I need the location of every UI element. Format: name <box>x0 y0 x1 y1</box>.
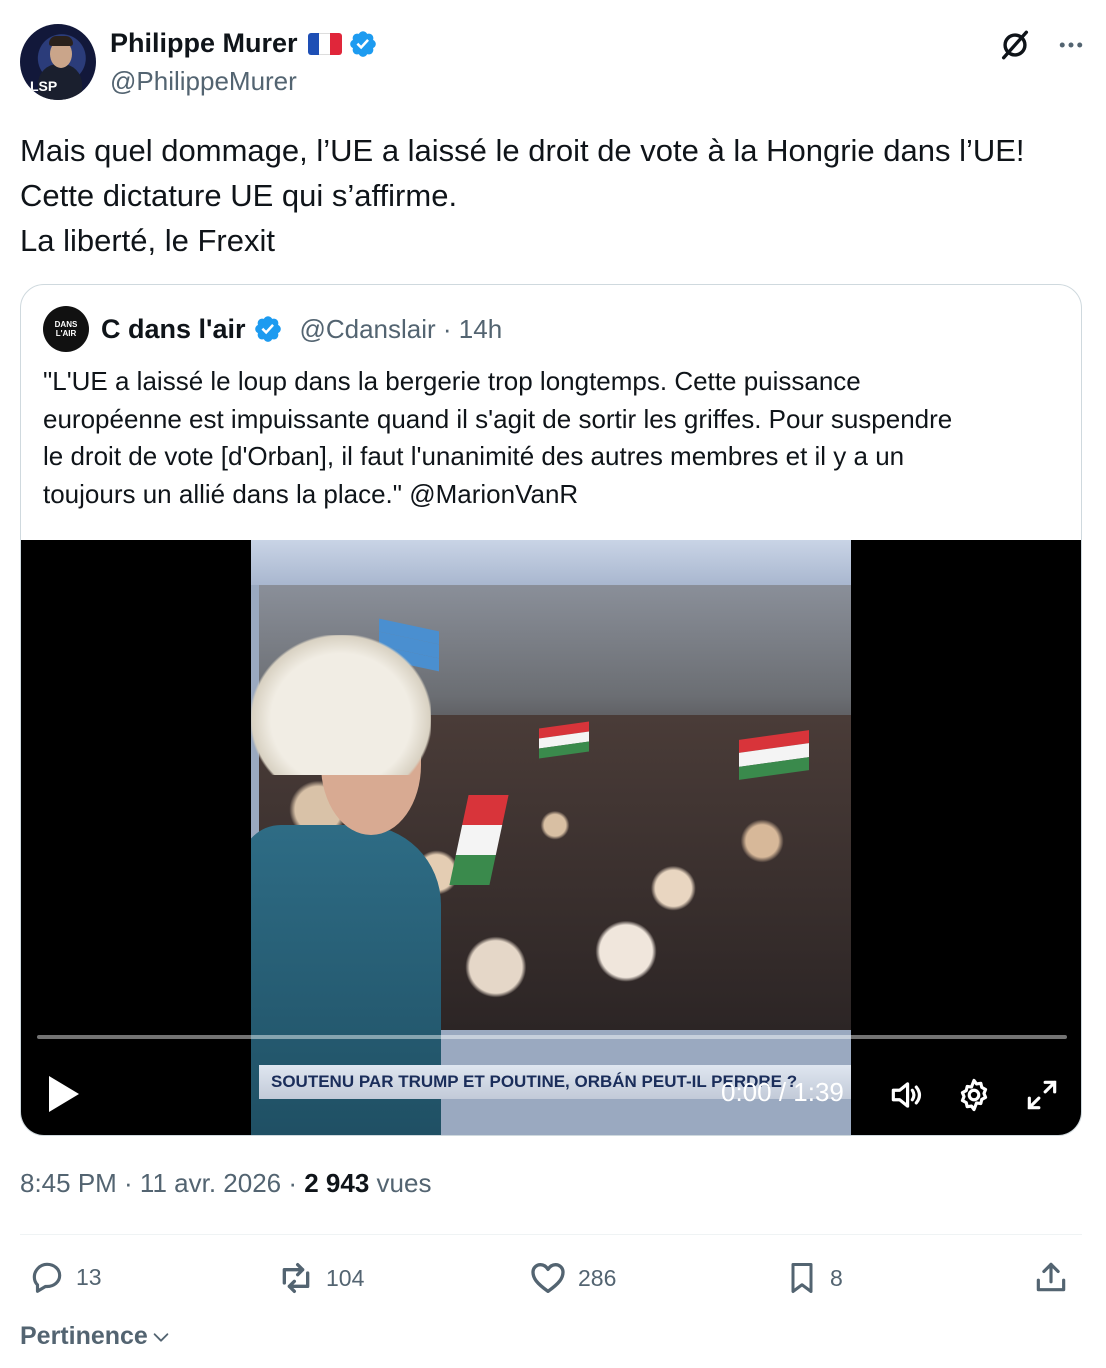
tweet-meta: 8:45 PM · 11 avr. 2026 · 2 943 vues <box>20 1168 431 1199</box>
sort-label: Pertinence <box>20 1322 148 1350</box>
share-icon <box>1036 1262 1066 1292</box>
video-player[interactable]: SOUTENU PAR TRUMP ET POUTINE, ORBÁN PEUT… <box>21 540 1081 1135</box>
top-actions <box>998 28 1086 62</box>
heart-icon <box>531 1263 565 1293</box>
settings-gear-icon[interactable] <box>955 1076 993 1114</box>
like-count: 286 <box>578 1264 617 1291</box>
repost-button[interactable]: 104 <box>276 1258 364 1298</box>
views-count: 2 943 <box>304 1168 370 1198</box>
verified-badge-icon <box>349 30 376 57</box>
grok-icon[interactable] <box>998 28 1032 62</box>
france-flag-icon <box>307 32 342 55</box>
share-button[interactable] <box>1032 1258 1070 1296</box>
reply-icon <box>32 1262 62 1293</box>
quoted-tweet-card[interactable]: DANS L'AIR C dans l'air @Cdanslair · 14h… <box>20 284 1082 1136</box>
reply-button[interactable]: 13 <box>28 1258 102 1296</box>
tweet-line: Cette dictature UE qui s’affirme. <box>20 178 458 213</box>
views-label: vues <box>369 1168 432 1198</box>
tweet-header: LSP Philippe Murer @PhilippeMurer <box>20 24 1086 100</box>
quoted-tweet-header: DANS L'AIR C dans l'air @Cdanslair · 14h <box>43 305 502 353</box>
quoted-author-name: C dans l'air <box>101 313 246 344</box>
quoted-tweet-text: "L'UE a laissé le loup dans la bergerie … <box>43 363 1068 513</box>
repost-icon <box>282 1263 310 1293</box>
tweet-line: La liberté, le Frexit <box>20 223 275 258</box>
divider <box>20 1234 1082 1235</box>
quoted-author-handle-time: @Cdanslair · 14h <box>299 313 503 344</box>
verified-badge-icon <box>255 316 282 342</box>
repost-count: 104 <box>326 1264 365 1291</box>
author-avatar[interactable]: LSP <box>20 24 96 100</box>
volume-icon[interactable] <box>887 1076 925 1114</box>
quoted-tweet-line: "L'UE a laissé le loup dans la bergerie … <box>43 366 861 396</box>
author-display-name[interactable]: Philippe Murer <box>110 28 298 59</box>
video-caption-text: SOUTENU PAR TRUMP ET POUTINE, ORBÁN PEUT… <box>271 1072 798 1091</box>
quoted-tweet-line: toujours un allié dans la place." @Mario… <box>43 478 579 509</box>
like-button[interactable]: 286 <box>528 1258 616 1298</box>
bookmark-count: 8 <box>830 1264 843 1291</box>
tweet-text: Mais quel dommage, l’UE a laissé le droi… <box>20 128 1090 263</box>
quoted-tweet-line: européenne est impuissante quand il s'ag… <box>43 403 953 434</box>
avatar-text-line: DANS <box>54 320 78 329</box>
fullscreen-icon[interactable] <box>1023 1076 1061 1114</box>
tweet-line: Mais quel dommage, l’UE a laissé le droi… <box>20 133 1025 168</box>
quoted-author-avatar: DANS L'AIR <box>43 306 89 352</box>
play-icon[interactable] <box>47 1074 81 1114</box>
replies-sort-dropdown[interactable]: Pertinence <box>20 1322 172 1351</box>
chevron-down-icon <box>153 1332 169 1342</box>
reply-count: 13 <box>76 1263 102 1290</box>
bookmark-button[interactable]: 8 <box>784 1258 843 1298</box>
bookmark-icon <box>791 1263 813 1293</box>
more-options-icon[interactable] <box>1056 30 1086 60</box>
avatar-text-line: L'AIR <box>55 329 77 338</box>
tweet-timestamp[interactable]: 8:45 PM · 11 avr. 2026 · <box>20 1168 304 1198</box>
avatar-watermark: LSP <box>30 78 58 94</box>
video-time: 0:00 / 1:39 <box>721 1077 844 1107</box>
author-handle[interactable]: @PhilippeMurer <box>110 66 297 97</box>
presenter-figure <box>251 635 441 1135</box>
video-progress-bar[interactable] <box>37 1035 1067 1039</box>
quoted-tweet-line: le droit de vote [d'Orban], il faut l'un… <box>43 441 905 471</box>
video-frame: SOUTENU PAR TRUMP ET POUTINE, ORBÁN PEUT… <box>251 540 851 1135</box>
tweet-actions-bar: 13 104 286 8 <box>20 1258 1082 1302</box>
author-name-row: Philippe Murer <box>110 28 378 59</box>
